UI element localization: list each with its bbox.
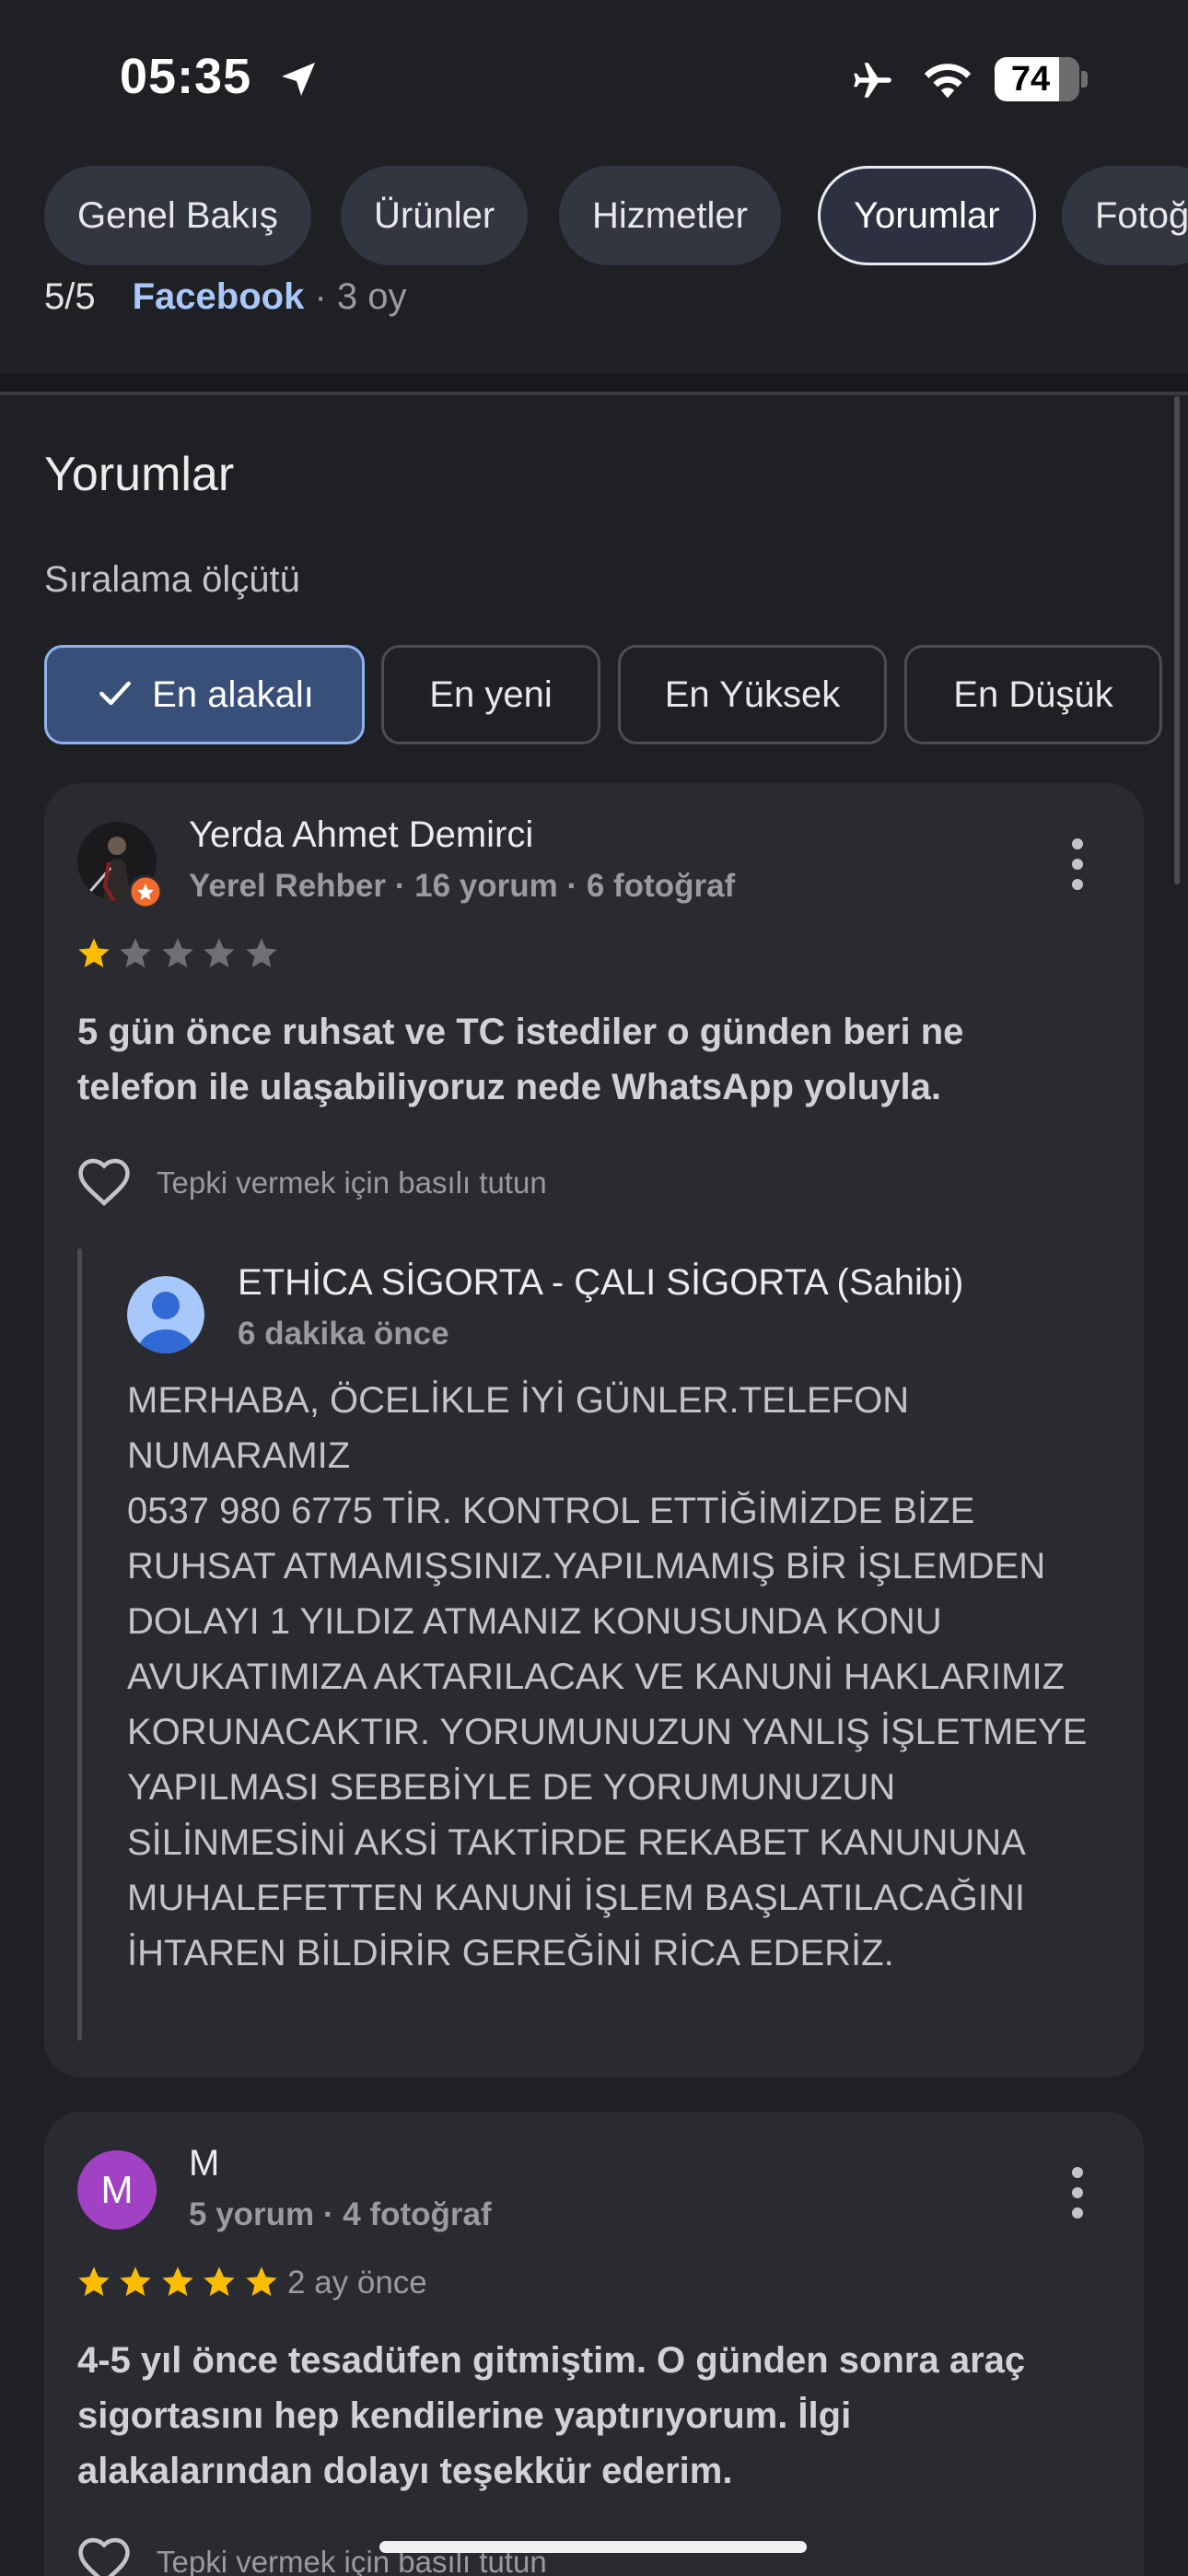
star-rating — [76, 2264, 281, 2301]
reply-indent-bar — [77, 1248, 82, 2041]
review-time: 2 ay önce — [287, 2265, 427, 2301]
owner-reply-time: 6 dakika önce — [238, 1316, 449, 1352]
reviewer-meta: 5 yorum · 4 fotoğraf — [189, 2196, 492, 2232]
external-source-link[interactable]: Facebook — [133, 276, 305, 317]
local-guide-badge-icon — [129, 875, 162, 908]
external-rating-line: 5/5 Facebook · 3 oy — [44, 276, 406, 318]
review-card: Yerda Ahmet Demirci Yerel Rehber · 16 yo… — [44, 783, 1144, 2078]
check-icon — [99, 682, 132, 706]
sort-label: Sıralama ölçütü — [44, 559, 300, 600]
battery-nub — [1081, 71, 1088, 88]
star-icon-filled — [162, 2266, 193, 2296]
more-options-icon[interactable] — [1068, 837, 1087, 892]
section-divider — [0, 373, 1188, 393]
tab-products[interactable]: Ürünler — [341, 166, 529, 265]
star-rating — [76, 935, 281, 972]
section-divider-line — [0, 392, 1188, 395]
reviewer-avatar[interactable]: M — [77, 2150, 157, 2230]
star-icon-empty — [204, 938, 236, 967]
home-indicator[interactable] — [379, 2541, 807, 2553]
place-tabs: Genel Bakış Ürünler Hizmetler Yorumlar F… — [0, 166, 1188, 267]
status-bar: 05:35 74 — [0, 0, 1188, 157]
tab-services[interactable]: Hizmetler — [559, 166, 781, 265]
battery-indicator: 74 — [995, 57, 1079, 101]
star-icon-filled — [120, 2266, 152, 2296]
star-icon-empty — [120, 938, 152, 967]
sort-chip-most-relevant[interactable]: En alakalı — [44, 645, 365, 744]
reviewer-name[interactable]: Yerda Ahmet Demirci — [189, 814, 533, 856]
heart-icon[interactable] — [76, 2535, 133, 2576]
star-icon-filled — [78, 938, 110, 967]
scrollbar[interactable] — [1174, 396, 1180, 884]
sort-chip-lowest[interactable]: En Düşük — [904, 645, 1162, 744]
tab-overview[interactable]: Genel Bakış — [44, 166, 311, 265]
wifi-icon — [924, 64, 972, 99]
owner-reply-text: MERHABA, ÖCELİKLE İYİ GÜNLER.TELEFON NUM… — [127, 1380, 1088, 1973]
star-icon-filled — [78, 2266, 110, 2296]
battery-level: 74 — [1010, 60, 1051, 99]
tab-reviews[interactable]: Yorumlar — [818, 166, 1036, 265]
airplane-mode-icon — [854, 63, 891, 98]
heart-icon[interactable] — [76, 1156, 133, 1208]
owner-name: ETHİCA SİGORTA - ÇALI SİGORTA (Sahibi) — [238, 1262, 964, 1303]
star-icon-empty — [246, 938, 277, 967]
external-rating: 5/5 — [44, 276, 96, 317]
battery-empty-portion — [1059, 57, 1079, 101]
status-time: 05:35 — [120, 49, 252, 104]
review-text: 4-5 yıl önce tesadüfen gitmiştim. O günd… — [77, 2340, 1026, 2491]
sort-chip-highest[interactable]: En Yüksek — [618, 645, 887, 744]
star-icon-filled — [204, 2266, 236, 2296]
more-options-icon[interactable] — [1068, 2165, 1087, 2220]
star-icon-filled — [246, 2266, 277, 2296]
review-card: M M 5 yorum · 4 fotoğraf 2 ay önce 4-5 y… — [44, 2112, 1144, 2576]
react-hint: Tepki vermek için basılı tutun — [157, 1165, 547, 1200]
tab-photos[interactable]: Fotoğ — [1062, 166, 1188, 265]
review-text: 5 gün önce ruhsat ve TC istediler o günd… — [77, 1012, 964, 1107]
location-arrow-icon — [282, 63, 315, 96]
owner-avatar — [127, 1276, 204, 1353]
external-rating-age: · 3 oy — [304, 276, 407, 317]
reviewer-meta: Yerel Rehber · 16 yorum · 6 fotoğraf — [189, 868, 736, 904]
reviews-title: Yorumlar — [44, 448, 235, 501]
sort-chip-label: En alakalı — [152, 674, 314, 715]
star-icon-empty — [162, 938, 193, 967]
sort-chip-newest[interactable]: En yeni — [381, 645, 600, 744]
reviewer-name[interactable]: M — [189, 2143, 219, 2184]
